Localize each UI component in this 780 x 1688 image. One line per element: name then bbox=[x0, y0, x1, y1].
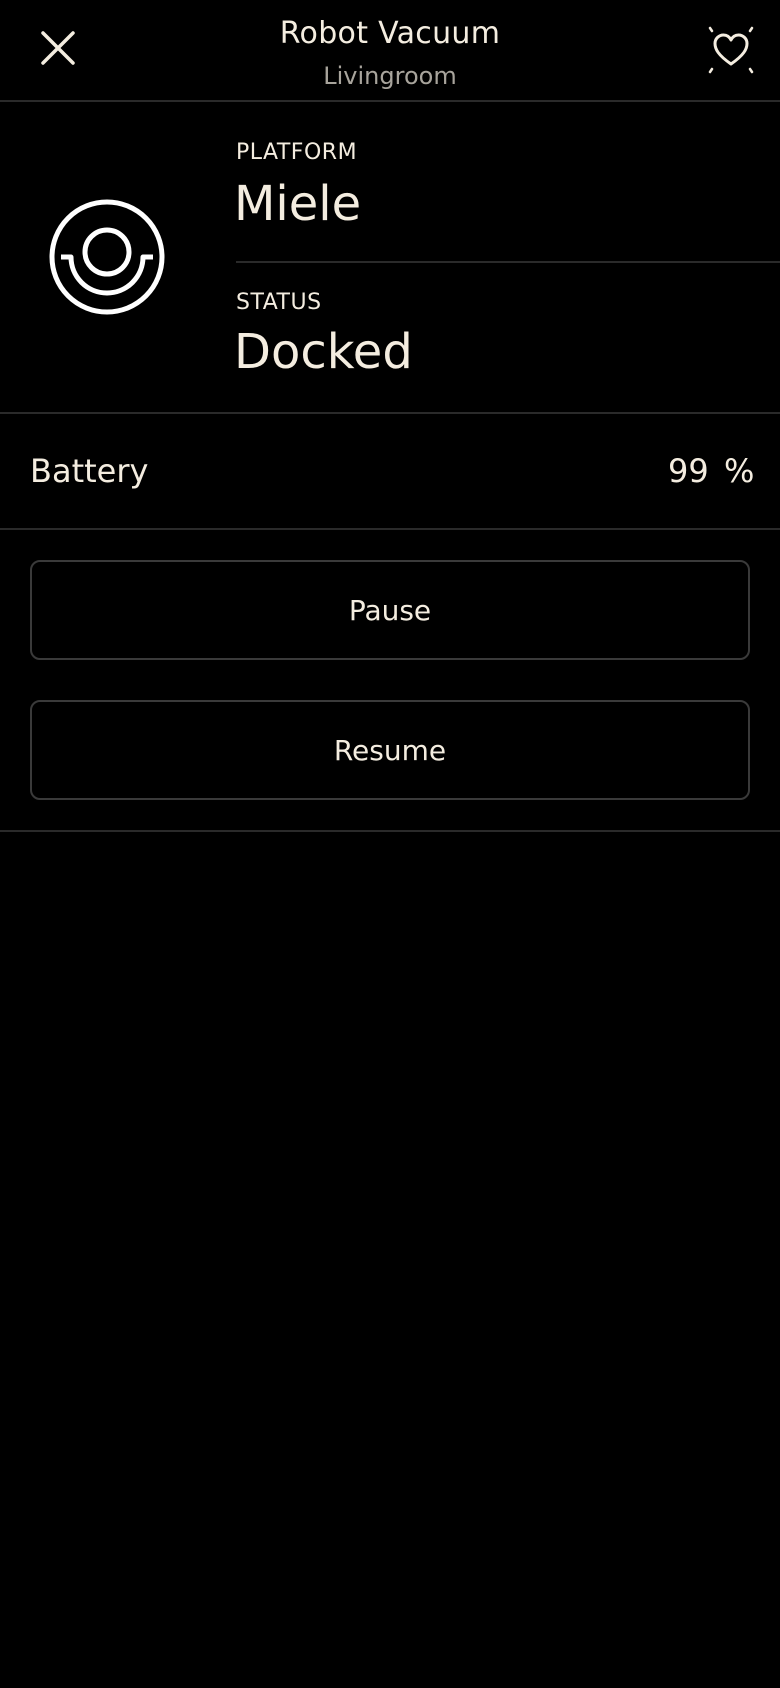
platform-label: PLATFORM bbox=[236, 140, 358, 165]
actions-section: Pause Resume bbox=[0, 530, 780, 832]
battery-unit: % bbox=[724, 452, 755, 490]
favorite-button[interactable] bbox=[700, 22, 762, 78]
heart-sparkle-icon bbox=[708, 26, 754, 74]
status-value: Docked bbox=[234, 324, 413, 380]
info-divider bbox=[236, 261, 780, 263]
status-label: STATUS bbox=[236, 290, 322, 315]
device-info-section: PLATFORM Miele STATUS Docked bbox=[0, 102, 780, 414]
platform-value: Miele bbox=[234, 176, 362, 232]
header-bar: Robot Vacuum Livingroom bbox=[0, 0, 780, 102]
battery-label: Battery bbox=[30, 452, 149, 490]
room-subtitle: Livingroom bbox=[323, 62, 457, 90]
robot-vacuum-icon bbox=[49, 199, 165, 315]
battery-value: 99 bbox=[668, 452, 709, 490]
page-title: Robot Vacuum bbox=[279, 16, 501, 51]
pause-button[interactable]: Pause bbox=[30, 560, 750, 660]
battery-row: Battery 99 % bbox=[0, 414, 780, 530]
resume-button[interactable]: Resume bbox=[30, 700, 750, 800]
